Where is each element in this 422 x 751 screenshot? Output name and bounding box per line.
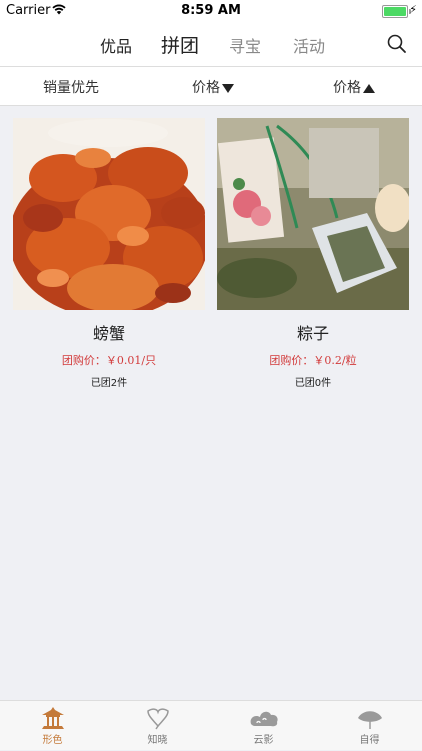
triangle-down-icon [222,84,234,93]
sort-price-asc-button[interactable]: 价格 [333,77,375,97]
product-card-crab[interactable]: 螃蟹 团购价：￥0.01/只 已团2件 [13,118,205,389]
pavilion-icon [41,707,64,729]
status-bar: Carrier 8:59 AM ⚡ [0,0,422,22]
sort-price-desc-label: 价格 [192,80,220,96]
cloud-icon [250,711,278,727]
tab-label: 形色 [42,735,63,746]
sort-price-asc-label: 价格 [333,80,361,96]
bottom-tab-bar: 形色 知晓 云影 自得 [0,700,422,750]
sort-price-desc-button[interactable]: 价格 [192,77,234,97]
sort-bar: 销量优先 价格 价格 [0,66,422,106]
charging-icon: ⚡ [409,3,417,16]
sort-sales-button[interactable]: 销量优先 [43,77,99,97]
tab-xunbao[interactable]: 寻宝 [229,33,261,57]
tab-yunying[interactable]: 云影 [211,701,316,751]
top-navigation: 优品 拼团 寻宝 活动 [0,22,422,66]
leaf-icon [357,711,382,729]
tab-zide[interactable]: 自得 [317,701,422,751]
clock: 8:59 AM [181,3,241,18]
triangle-up-icon [363,84,375,93]
product-price: 团购价：￥0.2/粒 [269,354,357,367]
sort-sales-label: 销量优先 [43,80,99,96]
tab-xingse[interactable]: 形色 [0,701,105,751]
zongzi-image [217,118,409,310]
battery-icon [382,5,411,18]
tab-label: 云影 [253,735,274,746]
tab-pintuan[interactable]: 拼团 [161,31,199,58]
search-icon[interactable] [386,33,408,55]
ginkgo-leaf-icon [146,708,169,730]
tab-zhixiao[interactable]: 知晓 [105,701,210,751]
product-name: 粽子 [296,324,329,343]
product-sold-count: 已团2件 [90,378,128,389]
product-name: 螃蟹 [92,324,125,343]
crab-image [13,118,205,310]
tab-label: 自得 [359,735,380,746]
product-card-zongzi[interactable]: 粽子 团购价：￥0.2/粒 已团0件 [217,118,409,389]
tab-label: 知晓 [147,735,168,746]
product-price: 团购价：￥0.01/只 [61,354,157,367]
tab-huodong[interactable]: 活动 [293,33,325,57]
product-sold-count: 已团0件 [294,378,332,389]
tab-youpin[interactable]: 优品 [100,33,132,57]
